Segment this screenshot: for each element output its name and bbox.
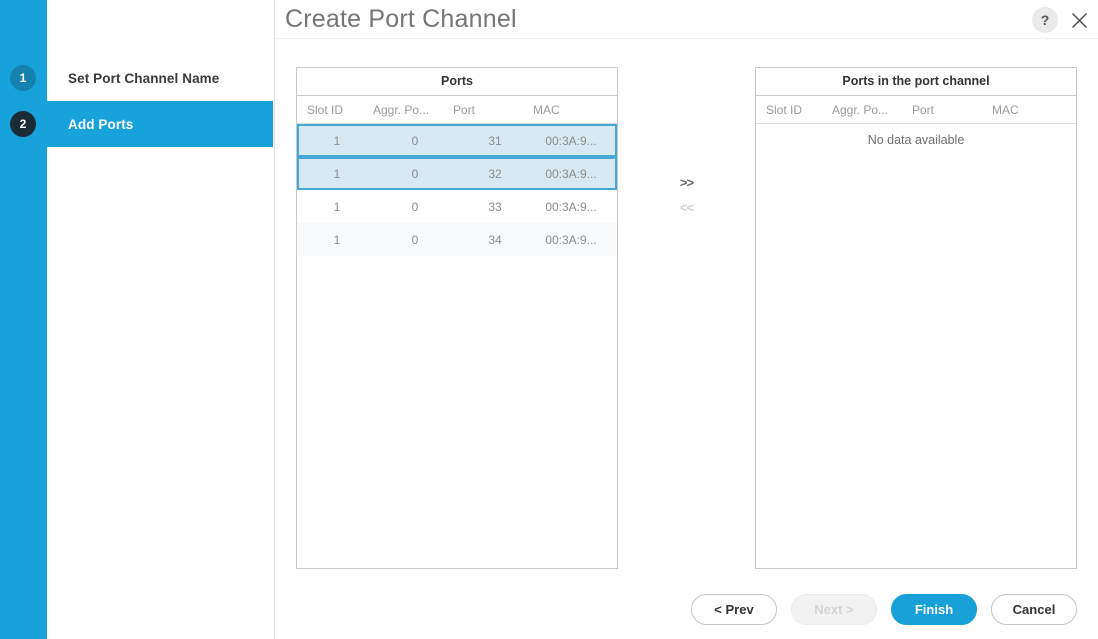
column-header-slot-id[interactable]: Slot ID	[756, 103, 832, 117]
close-icon[interactable]	[1068, 9, 1090, 31]
table-row[interactable]: 1 0 33 00:3A:9...	[297, 190, 617, 223]
cell-port: 34	[488, 232, 502, 247]
column-header-aggr-port[interactable]: Aggr. Po...	[832, 103, 912, 117]
prev-button[interactable]: < Prev	[691, 594, 777, 625]
cell-slot-id: 1	[333, 166, 341, 181]
column-header-mac[interactable]: MAC	[992, 103, 1076, 117]
selected-ports-panel: Ports in the port channel Slot ID Aggr. …	[755, 67, 1077, 569]
create-port-channel-wizard: 1 Set Port Channel Name 2 Add Ports Crea…	[0, 0, 1098, 639]
cell-mac: 00:3A:9...	[545, 199, 597, 214]
cell-slot-id: 1	[333, 133, 341, 148]
cell-slot-id: 1	[333, 232, 341, 247]
available-ports-panel: Ports Slot ID Aggr. Po... Port MAC 1 0 3…	[296, 67, 618, 569]
wizard-step-list: 1 Set Port Channel Name 2 Add Ports	[0, 55, 274, 147]
cell-mac: 00:3A:9...	[545, 166, 597, 181]
next-button: Next >	[791, 594, 877, 625]
help-icon[interactable]: ?	[1032, 7, 1058, 33]
selected-ports-column-headers: Slot ID Aggr. Po... Port MAC	[756, 96, 1076, 124]
sidebar-step-set-port-channel-name[interactable]: 1 Set Port Channel Name	[0, 55, 274, 101]
available-ports-rows: 1 0 31 00:3A:9... 1 0 32 00:3A:9... 1 0	[297, 124, 617, 568]
header-actions: ?	[1032, 7, 1090, 33]
step-number-badge-2: 2	[10, 111, 36, 137]
cell-aggr-port: 0	[411, 166, 419, 181]
cancel-button[interactable]: Cancel	[991, 594, 1077, 625]
page-title: Create Port Channel	[285, 5, 517, 33]
cell-port: 31	[488, 133, 502, 148]
table-row[interactable]: 1 0 31 00:3A:9...	[297, 124, 617, 157]
selected-ports-title: Ports in the port channel	[756, 68, 1076, 96]
header-divider	[275, 38, 1098, 39]
add-ports-button[interactable]: >>	[680, 175, 694, 190]
cell-port: 33	[488, 199, 502, 214]
remove-ports-button[interactable]: <<	[680, 200, 694, 215]
wizard-sidebar: 1 Set Port Channel Name 2 Add Ports	[0, 0, 275, 639]
step-label-2: Add Ports	[68, 116, 134, 132]
cell-slot-id: 1	[333, 199, 341, 214]
available-ports-column-headers: Slot ID Aggr. Po... Port MAC	[297, 96, 617, 124]
column-header-port[interactable]: Port	[453, 103, 533, 117]
available-ports-title: Ports	[297, 68, 617, 96]
cell-mac: 00:3A:9...	[545, 133, 597, 148]
empty-state-message: No data available	[867, 133, 965, 147]
cell-aggr-port: 0	[411, 232, 419, 247]
cell-port: 32	[488, 166, 502, 181]
port-transfer-area: Ports Slot ID Aggr. Po... Port MAC 1 0 3…	[275, 67, 1098, 569]
selected-ports-rows: No data available	[756, 124, 1076, 568]
wizard-main: Create Port Channel ? Ports Slot ID Aggr…	[275, 0, 1098, 639]
finish-button[interactable]: Finish	[891, 594, 977, 625]
wizard-footer: < Prev Next > Finish Cancel	[691, 594, 1077, 625]
cell-mac: 00:3A:9...	[545, 232, 597, 247]
step-number-badge-1: 1	[10, 65, 36, 91]
cell-aggr-port: 0	[411, 199, 419, 214]
column-header-aggr-port[interactable]: Aggr. Po...	[373, 103, 453, 117]
column-header-mac[interactable]: MAC	[533, 103, 617, 117]
table-row[interactable]: 1 0 34 00:3A:9...	[297, 223, 617, 256]
transfer-controls: >> <<	[618, 67, 755, 569]
step-label-1: Set Port Channel Name	[68, 70, 220, 86]
cell-aggr-port: 0	[411, 133, 419, 148]
table-row[interactable]: 1 0 32 00:3A:9...	[297, 157, 617, 190]
sidebar-step-add-ports[interactable]: 2 Add Ports	[0, 101, 274, 147]
column-header-slot-id[interactable]: Slot ID	[297, 103, 373, 117]
column-header-port[interactable]: Port	[912, 103, 992, 117]
dialog-header: Create Port Channel ?	[275, 0, 1098, 45]
